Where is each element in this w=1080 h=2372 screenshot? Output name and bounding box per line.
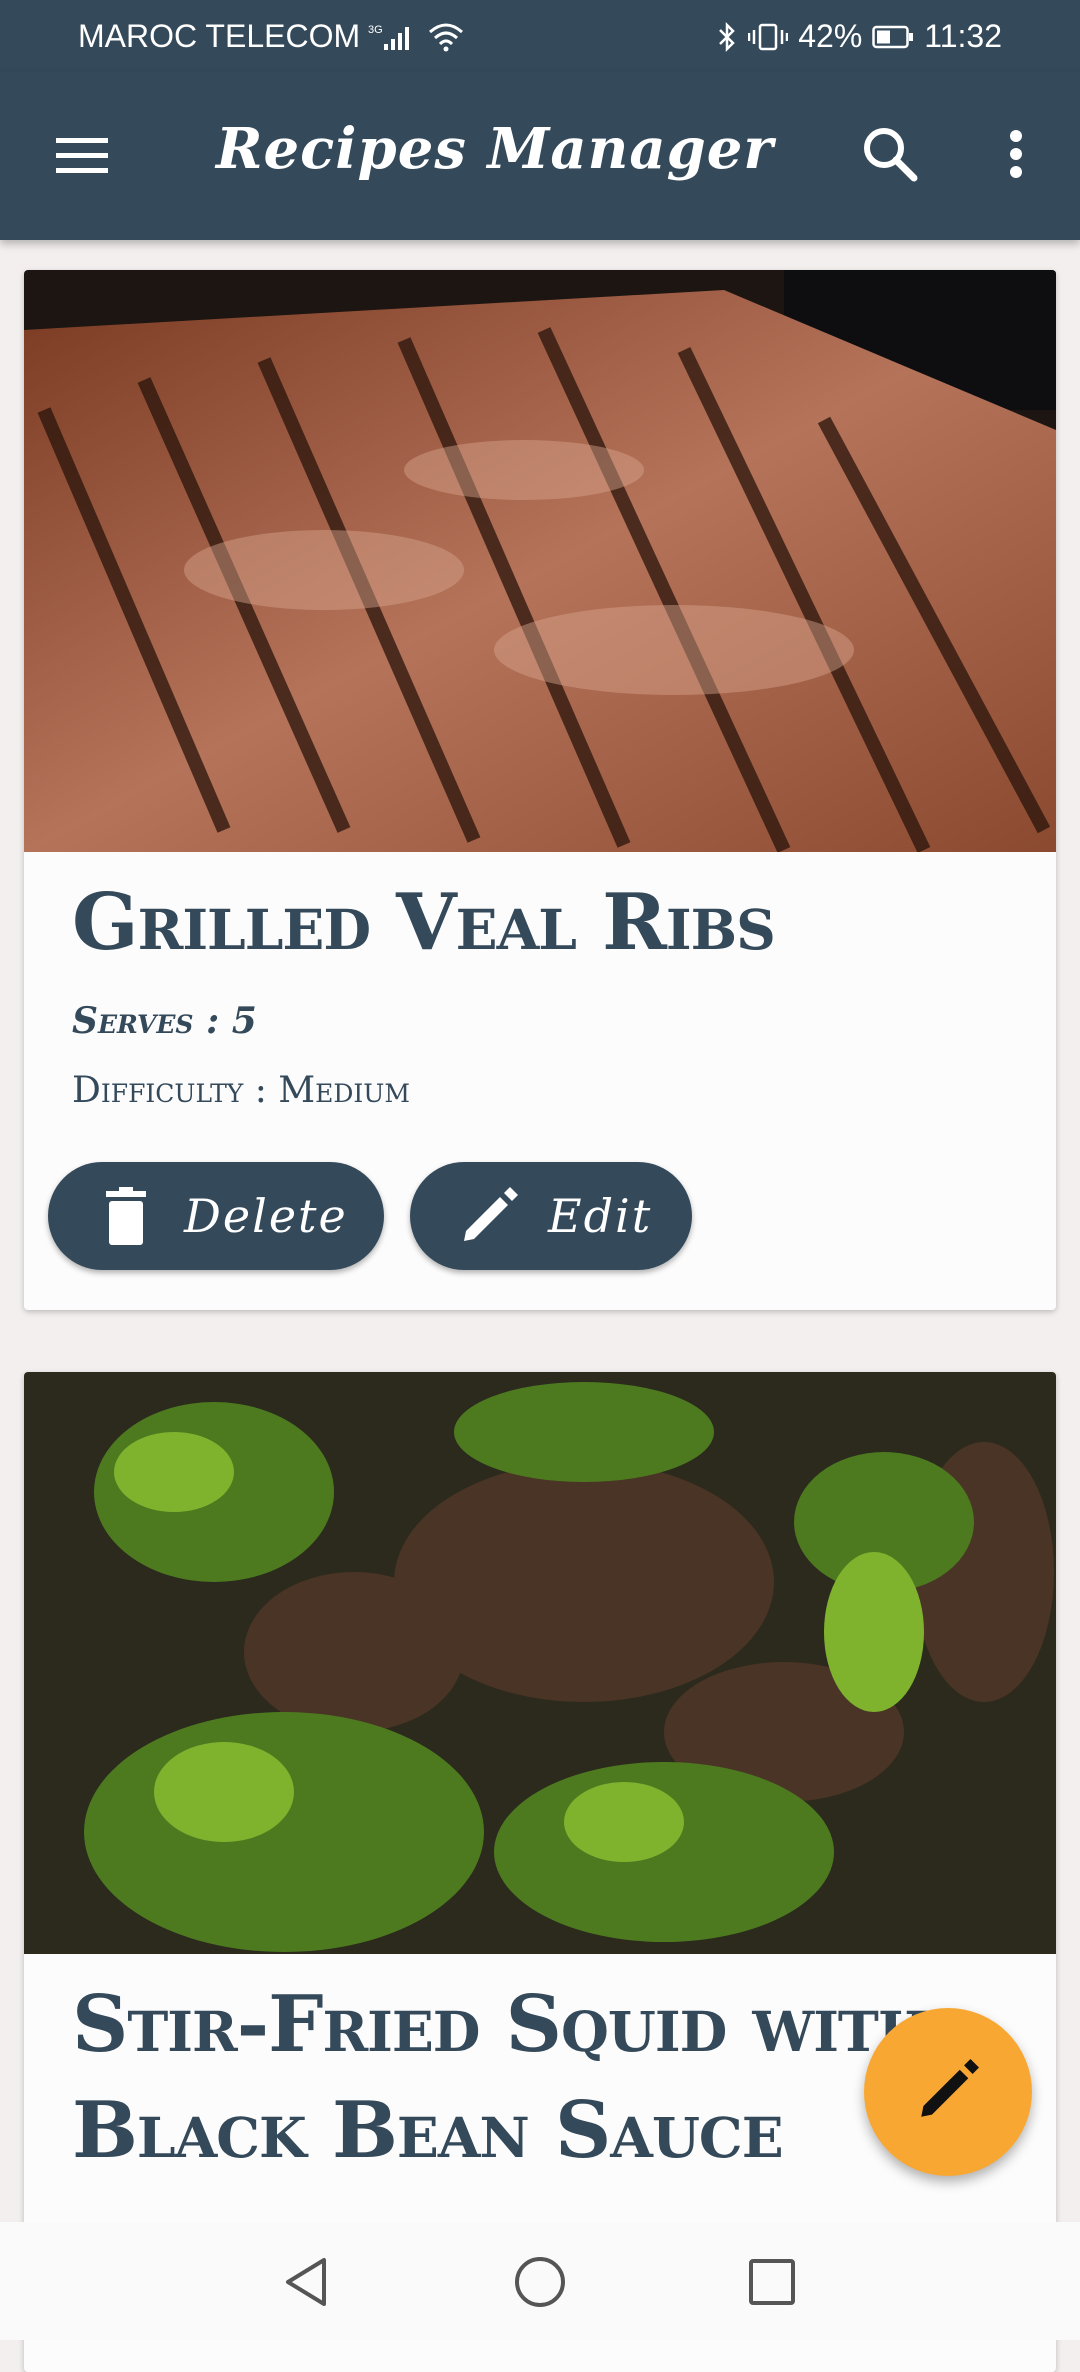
delete-button[interactable]: Delete <box>48 1162 384 1270</box>
network-type: 3G <box>368 24 383 36</box>
recipe-card[interactable]: Grilled Veal Ribs Serves : 5 Difficulty … <box>24 270 1056 1310</box>
vibrate-icon <box>748 21 789 53</box>
pencil-icon <box>460 1187 518 1245</box>
edit-label: Edit <box>548 1189 653 1243</box>
recipe-title: Grilled Veal Ribs <box>72 877 776 968</box>
recipe-serves: Serves : 5 <box>72 1000 257 1042</box>
pencil-icon <box>917 2059 979 2125</box>
recents-icon[interactable] <box>742 2252 802 2312</box>
edit-button[interactable]: Edit <box>410 1162 692 1270</box>
recipe-photo <box>24 1372 1056 1954</box>
bluetooth-icon <box>716 21 738 53</box>
home-icon[interactable] <box>510 2252 570 2312</box>
system-nav-bar <box>0 2222 1080 2340</box>
wifi-icon <box>428 22 464 52</box>
more-vert-icon[interactable] <box>996 122 1036 186</box>
edit-fab[interactable] <box>864 2008 1032 2176</box>
search-icon[interactable] <box>858 122 922 186</box>
carrier-name: MAROC TELECOM <box>78 18 361 54</box>
app-bar: Recipes Manager <box>0 72 1080 240</box>
app-title: Recipes Manager <box>216 116 774 182</box>
battery-icon <box>872 25 914 49</box>
status-bar: MAROC TELECOM 3G 42% 11:32 <box>0 0 1080 72</box>
delete-label: Delete <box>184 1189 348 1243</box>
recipe-photo <box>24 270 1056 852</box>
trash-icon <box>104 1187 148 1245</box>
clock: 11:32 <box>924 18 1002 54</box>
recipe-difficulty: Difficulty : Medium <box>72 1070 410 1111</box>
battery-percent: 42% <box>798 18 863 54</box>
back-icon[interactable] <box>278 2252 338 2312</box>
signal-icon: 3G <box>368 22 420 52</box>
hamburger-menu-icon[interactable] <box>52 130 116 182</box>
